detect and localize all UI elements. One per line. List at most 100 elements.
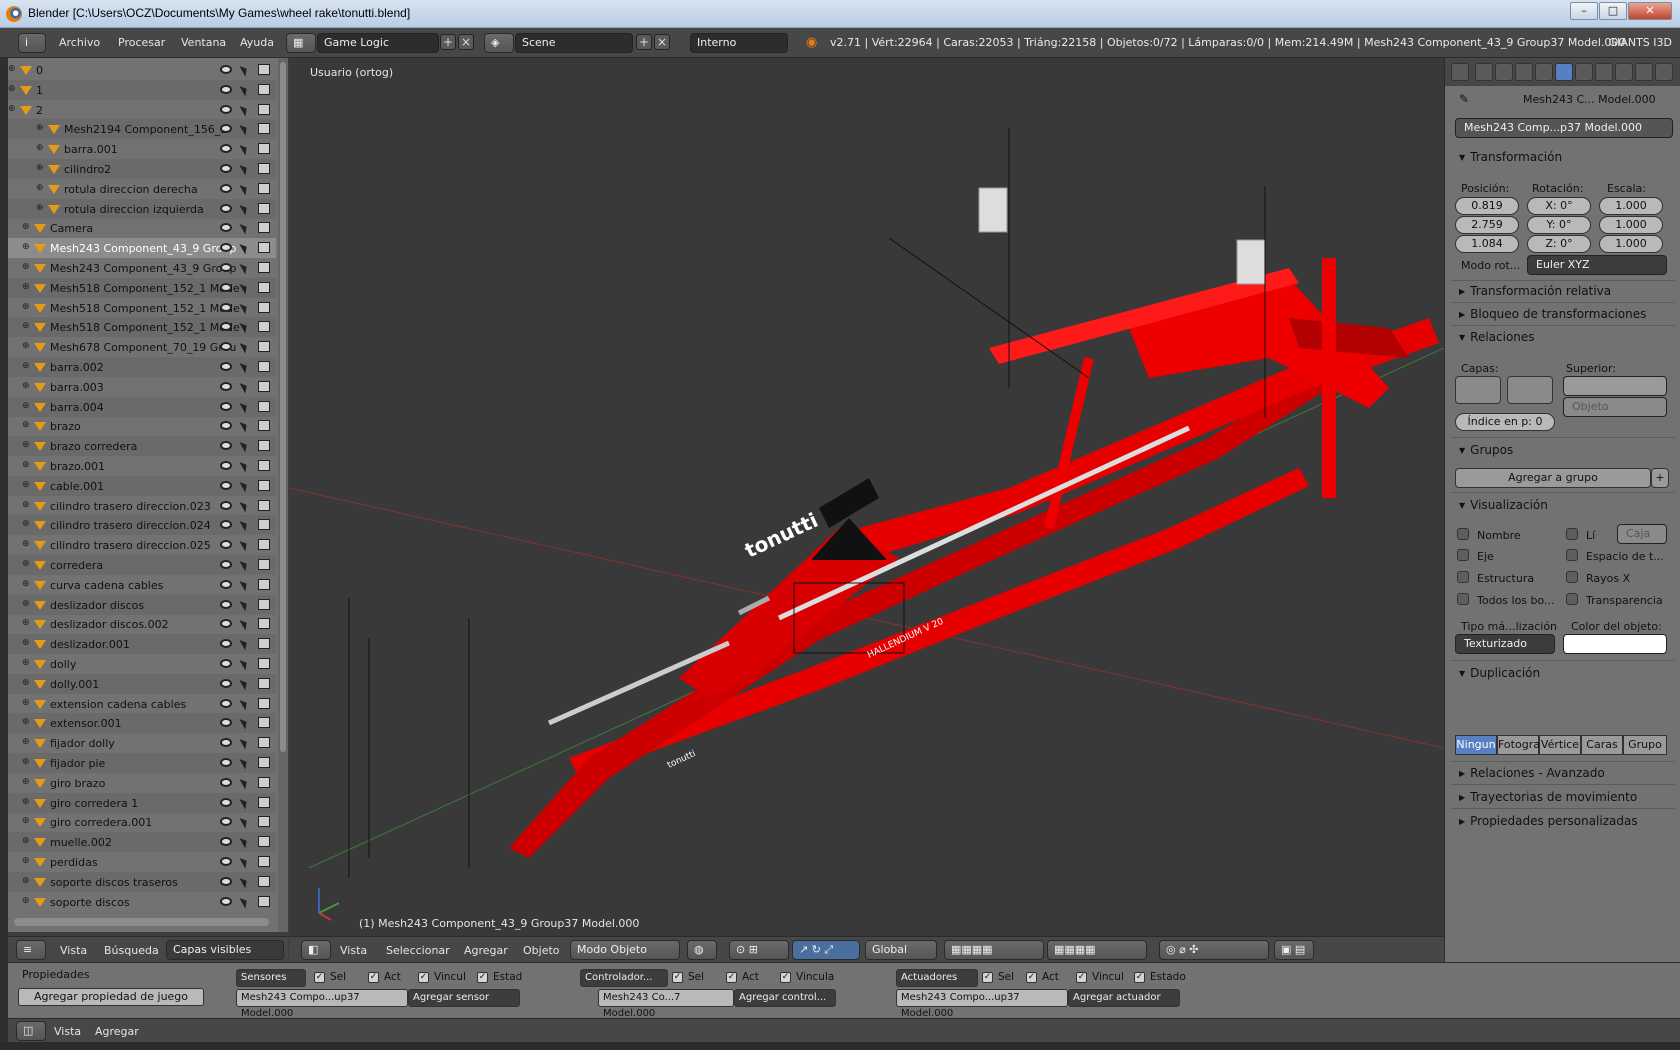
outliner-editor-type-button[interactable]: ≡ — [16, 940, 46, 960]
shading-select[interactable]: ◍ — [687, 940, 717, 960]
outliner-row[interactable]: ⊕ giro corredera 1 — [8, 792, 276, 813]
remove-screen-button[interactable]: × — [458, 34, 474, 50]
selectable-cursor-icon[interactable] — [239, 796, 250, 810]
logic-properties-title[interactable]: Propiedades — [22, 968, 89, 981]
renderable-camera-icon[interactable] — [258, 816, 270, 828]
selectable-cursor-icon[interactable] — [239, 637, 250, 651]
visibility-eye-icon[interactable] — [220, 619, 232, 629]
visibility-eye-icon[interactable] — [220, 520, 232, 530]
outliner-row[interactable]: ⊕ soporte discos — [8, 892, 276, 912]
selectable-cursor-icon[interactable] — [239, 400, 250, 414]
logic-editor-type-button[interactable]: ◫ — [16, 1021, 46, 1041]
outliner-row[interactable]: ⊕ Mesh243 Component_43_9 Group — [8, 258, 276, 278]
visibility-eye-icon[interactable] — [220, 282, 232, 292]
selectable-cursor-icon[interactable] — [239, 320, 250, 334]
texture-tab-icon[interactable] — [1655, 63, 1673, 81]
outliner-row[interactable]: ⊕ Mesh518 Component_152_1 Mode — [8, 277, 276, 298]
renderable-camera-icon[interactable] — [258, 499, 270, 511]
rotation-y-field[interactable]: Y: 0° — [1527, 216, 1591, 234]
controllers-select[interactable]: Controlador... — [580, 969, 668, 987]
location-x-field[interactable]: 0.819 — [1455, 197, 1519, 215]
expand-toggle-icon[interactable]: ⊕ — [36, 183, 44, 193]
render-layers-tab-icon[interactable] — [1495, 63, 1513, 81]
panel-transform-header[interactable]: Transformación — [1459, 150, 1562, 164]
selectable-cursor-icon[interactable] — [239, 756, 250, 770]
selectable-cursor-icon[interactable] — [239, 598, 250, 612]
expand-toggle-icon[interactable]: ⊕ — [22, 777, 30, 787]
renderable-camera-icon[interactable] — [258, 677, 270, 689]
renderable-camera-icon[interactable] — [258, 440, 270, 452]
expand-toggle-icon[interactable]: ⊕ — [22, 618, 30, 628]
expand-toggle-icon[interactable]: ⊕ — [36, 143, 44, 153]
visibility-eye-icon[interactable] — [220, 164, 232, 173]
visibility-eye-icon[interactable] — [220, 777, 232, 787]
actuators-state-checkbox[interactable]: ✓ — [1134, 972, 1145, 983]
expand-toggle-icon[interactable]: ⊕ — [22, 282, 30, 292]
expand-toggle-icon[interactable]: ⊕ — [36, 203, 44, 213]
menu-procesar[interactable]: Procesar — [118, 36, 165, 49]
add-to-group-button[interactable]: Agregar a grupo — [1455, 468, 1651, 488]
panel-motion-paths-header[interactable]: Trayectorias de movimiento — [1459, 790, 1637, 804]
outliner-row[interactable]: ⊕ perdidas — [8, 852, 276, 872]
renderable-camera-icon[interactable] — [258, 301, 270, 313]
expand-toggle-icon[interactable]: ⊕ — [22, 321, 30, 331]
outliner-vscroll[interactable] — [278, 58, 288, 932]
renderable-camera-icon[interactable] — [258, 262, 270, 273]
visibility-eye-icon[interactable] — [220, 421, 232, 431]
manipulator-buttons[interactable]: ↗ ↻ ⤢ — [792, 940, 860, 960]
expand-toggle-icon[interactable]: ⊕ — [22, 678, 30, 688]
visibility-eye-icon[interactable] — [220, 738, 232, 748]
visibility-eye-icon[interactable] — [220, 876, 232, 886]
outliner-hscroll[interactable] — [14, 918, 269, 926]
renderable-camera-icon[interactable] — [258, 400, 270, 412]
visibility-eye-icon[interactable] — [220, 698, 232, 708]
renderable-camera-icon[interactable] — [258, 578, 270, 590]
selectable-cursor-icon[interactable] — [239, 617, 250, 631]
pin-icon[interactable]: ✎ — [1459, 92, 1469, 106]
expand-toggle-icon[interactable]: ⊕ — [22, 876, 30, 886]
selectable-cursor-icon[interactable] — [239, 835, 250, 849]
data-tab-icon[interactable] — [1615, 63, 1633, 81]
menu-ayuda[interactable]: Ayuda — [240, 36, 274, 49]
outliner-row[interactable]: ⊕ brazo.001 — [8, 456, 276, 476]
expand-toggle-icon[interactable]: ⊕ — [22, 341, 30, 351]
outliner-row[interactable]: ⊕ Mesh243 Component_43_9 Group — [8, 238, 276, 259]
outliner-row[interactable]: ⊕ rotula direccion izquierda — [8, 198, 276, 219]
editor-type-info-button[interactable]: i — [18, 33, 46, 53]
pivot-select[interactable]: ⊙ ⊞ — [729, 940, 789, 960]
show-bounds-checkbox[interactable] — [1566, 528, 1578, 540]
world-tab-icon[interactable] — [1535, 63, 1553, 81]
expand-toggle-icon[interactable]: ⊕ — [22, 420, 30, 430]
panel-groups-header[interactable]: Grupos — [1459, 443, 1513, 457]
expand-toggle-icon[interactable]: ⊕ — [22, 658, 30, 668]
object-tab-icon[interactable] — [1555, 63, 1573, 81]
expand-toggle-icon[interactable]: ⊕ — [22, 717, 30, 727]
add-sensor-select[interactable]: Agregar sensor — [408, 989, 520, 1007]
layer-buttons[interactable]: ▦▦▦▦ — [944, 940, 1044, 960]
viewport-add-menu[interactable]: Agregar — [464, 944, 508, 957]
actuators-link-checkbox[interactable]: ✓ — [1076, 972, 1087, 983]
expand-toggle-icon[interactable]: ⊕ — [22, 757, 30, 767]
controllers-act-checkbox[interactable]: ✓ — [726, 972, 737, 983]
location-y-field[interactable]: 2.759 — [1455, 216, 1519, 234]
show-transparent-checkbox[interactable] — [1566, 593, 1578, 605]
outliner-row[interactable]: ⊕ cilindro trasero direccion.025 — [8, 535, 276, 555]
outliner-row[interactable]: ⊕ dolly.001 — [8, 673, 276, 694]
renderable-camera-icon[interactable] — [258, 420, 270, 432]
renderable-camera-icon[interactable] — [258, 836, 270, 848]
visibility-eye-icon[interactable] — [220, 223, 232, 233]
renderable-camera-icon[interactable] — [258, 737, 270, 749]
add-screen-button[interactable]: + — [440, 34, 456, 50]
actuators-sel-checkbox[interactable]: ✓ — [982, 972, 993, 983]
expand-toggle-icon[interactable]: ⊕ — [8, 84, 16, 94]
visibility-eye-icon[interactable] — [220, 639, 232, 649]
selectable-cursor-icon[interactable] — [239, 103, 250, 117]
expand-toggle-icon[interactable]: ⊕ — [22, 856, 30, 866]
renderable-camera-icon[interactable] — [258, 163, 270, 174]
interaction-mode-select[interactable]: Modo Objeto — [570, 940, 680, 960]
outliner-row[interactable]: ⊕ cable.001 — [8, 475, 276, 496]
renderable-camera-icon[interactable] — [258, 776, 270, 788]
panel-delta-transform-header[interactable]: Transformación relativa — [1459, 284, 1611, 298]
selectable-cursor-icon[interactable] — [239, 221, 250, 235]
outliner-row[interactable]: ⊕ 2 — [8, 100, 276, 120]
